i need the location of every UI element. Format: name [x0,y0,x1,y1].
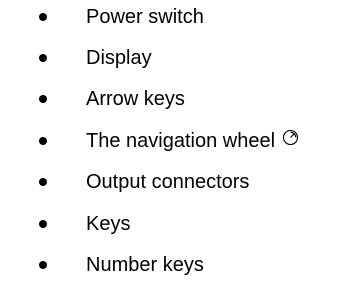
list-item-label: Keys [86,212,131,235]
navigation-wheel-icon [282,129,299,145]
list-item: Keys [0,208,344,250]
list-item: Display [0,42,344,84]
bullet-icon [39,178,47,186]
list-item: Number keys [0,249,344,291]
list-item-label: Number keys [86,254,204,276]
list-item: Output connectors [0,166,344,208]
list-item: Arrow keys [0,83,344,125]
list-item: Power switch [0,0,344,42]
list-item: The navigation wheel [0,125,344,167]
bullet-icon [39,13,47,21]
bullet-icon [39,95,47,103]
bullet-icon [39,136,47,145]
bullet-icon [39,219,47,228]
bullet-icon [39,53,47,62]
list-item-label: Output connectors [86,171,250,193]
list-item-label: The navigation wheel [86,129,276,152]
list-item-label: Display [86,46,152,69]
list-item-label: Arrow keys [86,88,185,110]
list-item-label: Power switch [86,6,204,28]
feature-bullet-list: Power switch Display Arrow keys The navi… [0,0,344,291]
list-item-row: The navigation wheel [86,129,299,152]
bullet-icon [39,261,47,269]
